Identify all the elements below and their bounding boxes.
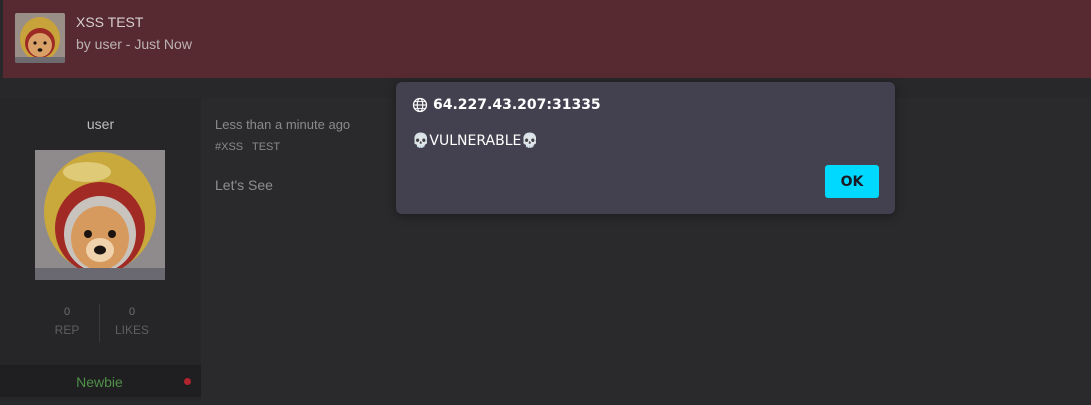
alert-dialog: 64.227.43.207:31335 💀VULNERABLE💀 OK	[396, 82, 895, 214]
author-rank: Newbie	[76, 374, 123, 390]
astronaut-dog-avatar-icon	[15, 13, 65, 63]
alert-origin-text: 64.227.43.207:31335	[433, 97, 601, 113]
thread-header: XSS TEST by user - Just Now	[3, 0, 1091, 78]
post-timestamp: Less than a minute ago	[215, 117, 351, 132]
astronaut-dog-avatar-icon	[35, 150, 165, 280]
rep-count: 0	[63, 306, 71, 318]
post-tag[interactable]: TEST	[252, 141, 280, 153]
online-status-dot	[184, 378, 191, 385]
post-content: Let's See	[215, 177, 273, 193]
post-tag[interactable]: #XSS	[215, 141, 243, 153]
author-rank-bar: Newbie	[0, 365, 201, 397]
post-author-panel: user 0 REP 0 LIKES Newbie	[0, 98, 201, 400]
author-avatar[interactable]	[35, 150, 165, 280]
author-likes-stat: 0 LIKES	[97, 306, 167, 337]
author-username[interactable]: user	[0, 116, 201, 132]
likes-count: 0	[128, 306, 136, 318]
alert-origin: 64.227.43.207:31335	[412, 97, 601, 113]
alert-message: 💀VULNERABLE💀	[412, 133, 539, 149]
thread-title[interactable]: XSS TEST	[76, 14, 143, 30]
thread-author-avatar[interactable]	[15, 13, 65, 63]
thread-byline: by user - Just Now	[76, 36, 192, 52]
likes-label: LIKES	[114, 323, 150, 337]
post-tags: #XSS TEST	[215, 141, 286, 153]
ok-button[interactable]: OK	[825, 165, 879, 198]
globe-icon	[412, 97, 428, 113]
rep-label: REP	[54, 323, 80, 337]
author-rep-stat: 0 REP	[32, 306, 102, 337]
